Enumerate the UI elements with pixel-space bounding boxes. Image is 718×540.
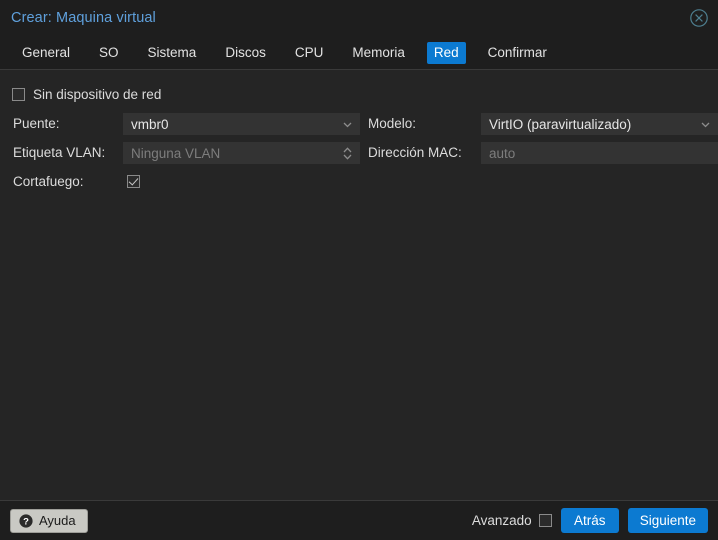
- tab-memoria[interactable]: Memoria: [345, 42, 412, 64]
- network-form-grid: Puente: vmbr0 Modelo: VirtIO (paravirtua…: [10, 113, 718, 193]
- form-row-bridge-model: Puente: vmbr0 Modelo: VirtIO (paravirtua…: [10, 113, 718, 135]
- advanced-checkbox[interactable]: [538, 514, 552, 527]
- network-settings-panel: Sin dispositivo de red Puente: vmbr0 Mod…: [0, 70, 718, 500]
- mac-address-label: Dirección MAC:: [368, 145, 462, 160]
- model-select[interactable]: VirtIO (paravirtualizado): [481, 113, 718, 135]
- tab-so[interactable]: SO: [92, 42, 126, 64]
- firewall-label: Cortafuego:: [13, 174, 84, 189]
- bridge-select[interactable]: vmbr0: [123, 113, 360, 135]
- dialog-footer: ? Ayuda Avanzado Atrás Siguiente: [0, 500, 718, 540]
- vlan-tag-input[interactable]: Ninguna VLAN: [123, 142, 360, 164]
- no-network-device-label: Sin dispositivo de red: [33, 86, 162, 102]
- wizard-tabs: General SO Sistema Discos CPU Memoria Re…: [0, 36, 718, 70]
- spinner-updown-icon[interactable]: [342, 142, 353, 164]
- tab-red[interactable]: Red: [426, 41, 466, 64]
- tab-general[interactable]: General: [15, 42, 77, 64]
- dialog-title: Crear: Maquina virtual: [11, 10, 156, 26]
- chevron-down-icon[interactable]: [700, 113, 711, 135]
- form-row-vlan-mac: Etiqueta VLAN: Ninguna VLAN Dirección MA…: [10, 142, 718, 164]
- dialog-titlebar: Crear: Maquina virtual: [0, 0, 718, 36]
- mac-address-placeholder: auto: [489, 145, 516, 161]
- vlan-tag-placeholder: Ninguna VLAN: [131, 145, 221, 161]
- vlan-tag-label: Etiqueta VLAN:: [13, 145, 106, 160]
- bridge-value: vmbr0: [131, 116, 169, 132]
- model-value: VirtIO (paravirtualizado): [489, 116, 632, 132]
- tab-sistema[interactable]: Sistema: [141, 42, 204, 64]
- chevron-down-icon[interactable]: [342, 113, 353, 135]
- tab-cpu[interactable]: CPU: [288, 42, 331, 64]
- create-vm-dialog: Crear: Maquina virtual General SO Sistem…: [0, 0, 718, 540]
- help-button-label: Ayuda: [39, 513, 76, 528]
- help-button[interactable]: ? Ayuda: [10, 508, 88, 533]
- form-row-firewall: Cortafuego:: [10, 171, 708, 193]
- footer-actions: Avanzado Atrás Siguiente: [472, 508, 708, 533]
- question-mark-icon: ?: [19, 513, 33, 528]
- next-button[interactable]: Siguiente: [627, 508, 708, 533]
- tab-discos[interactable]: Discos: [218, 42, 273, 64]
- advanced-label: Avanzado: [471, 513, 532, 528]
- model-label: Modelo:: [368, 116, 417, 131]
- back-button[interactable]: Atrás: [560, 508, 619, 533]
- bridge-label: Puente:: [13, 116, 60, 131]
- tab-confirmar[interactable]: Confirmar: [481, 42, 554, 64]
- mac-address-input[interactable]: auto: [481, 142, 718, 164]
- svg-text:?: ?: [23, 516, 29, 527]
- no-network-device-row: Sin dispositivo de red: [12, 84, 708, 104]
- no-network-device-checkbox[interactable]: [12, 87, 25, 101]
- close-icon[interactable]: [689, 8, 709, 28]
- firewall-checkbox[interactable]: [127, 175, 140, 188]
